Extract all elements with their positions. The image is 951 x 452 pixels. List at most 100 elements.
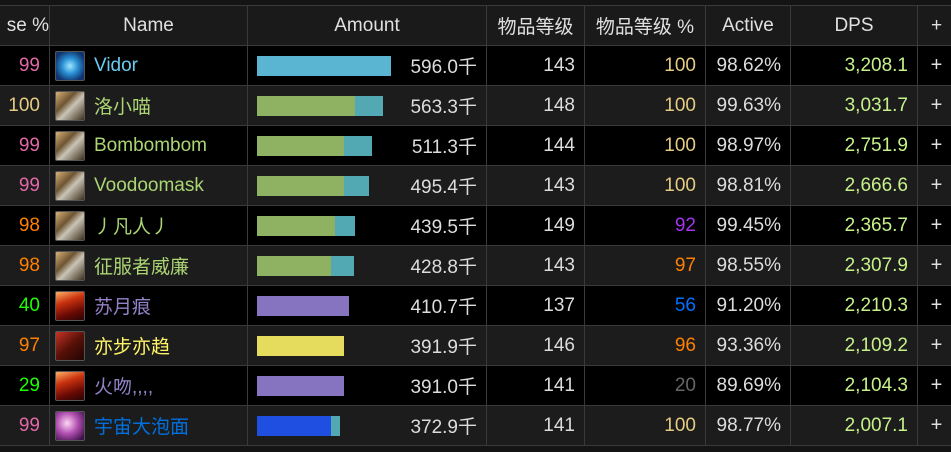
player-name-cell[interactable]: Voodoomask <box>49 165 248 206</box>
row-expand-button[interactable]: + <box>917 405 951 446</box>
warrior-class-icon <box>55 130 85 161</box>
header-parse[interactable]: se % <box>0 5 50 46</box>
amount-bar-main <box>257 255 331 276</box>
amount-value: 391.0千 <box>410 377 477 398</box>
active-pct: 98.62% <box>705 45 791 86</box>
player-name[interactable]: Voodoomask <box>94 175 204 197</box>
active-pct: 91.20% <box>705 285 791 326</box>
player-name-cell[interactable]: Bombombom <box>49 125 248 166</box>
table-row[interactable]: 99 Vidor 596.0千 143 100 98.62% 3,208.1 + <box>0 45 951 86</box>
item-level-pct: 56 <box>584 285 706 326</box>
player-name-cell[interactable]: 征服者威廉 <box>49 245 248 286</box>
dps-value: 3,031.7 <box>790 85 918 126</box>
parse-percent: 98 <box>0 205 50 246</box>
amount-cell: 391.9千 <box>247 325 487 366</box>
warlock-class-icon <box>55 370 85 401</box>
player-name-cell[interactable]: 丿凡人丿 <box>49 205 248 246</box>
player-name[interactable]: 苏月痕 <box>94 292 151 319</box>
row-expand-button[interactable]: + <box>917 285 951 326</box>
header-active[interactable]: Active <box>705 5 791 46</box>
active-pct: 99.45% <box>705 205 791 246</box>
amount-value: 372.9千 <box>410 417 477 438</box>
death-knight-class-icon <box>55 330 85 361</box>
item-level-pct: 20 <box>584 365 706 406</box>
amount-bar <box>257 135 391 156</box>
amount-value: 563.3千 <box>410 97 477 118</box>
amount-bar <box>257 415 391 436</box>
row-expand-button[interactable]: + <box>917 245 951 286</box>
table-row[interactable]: 98 征服者威廉 428.8千 143 97 98.55% 2,307.9 + <box>0 245 951 286</box>
player-name-cell[interactable]: 火吻,,,, <box>49 365 248 406</box>
player-name[interactable]: 亦步亦趋 <box>94 332 170 359</box>
amount-bar-main <box>257 175 344 196</box>
player-name[interactable]: Bombombom <box>94 135 207 157</box>
parse-percent: 29 <box>0 365 50 406</box>
player-name[interactable]: 宇宙大泡面 <box>94 412 189 439</box>
table-row[interactable]: 99 Voodoomask 495.4千 143 100 98.81% 2,666.6 + <box>0 165 951 206</box>
amount-bar-main <box>257 375 344 396</box>
row-expand-button[interactable]: + <box>917 325 951 366</box>
table-row[interactable]: 29 火吻,,,, 391.0千 141 20 89.69% 2,104.3 + <box>0 365 951 406</box>
row-expand-button[interactable]: + <box>917 45 951 86</box>
header-dps[interactable]: DPS <box>790 5 918 46</box>
dps-value: 2,210.3 <box>790 285 918 326</box>
table-row[interactable]: 100 洛小喵 563.3千 148 100 99.63% 3,031.7 + <box>0 85 951 126</box>
amount-value: 495.4千 <box>410 177 477 198</box>
item-level: 137 <box>486 285 585 326</box>
player-name-cell[interactable]: 亦步亦趋 <box>49 325 248 366</box>
player-name-cell[interactable]: 苏月痕 <box>49 285 248 326</box>
amount-value: 596.0千 <box>410 57 477 78</box>
dps-value: 2,109.2 <box>790 325 918 366</box>
player-name[interactable]: 火吻,,,, <box>94 372 153 399</box>
amount-value: 511.3千 <box>411 137 477 158</box>
header-add-column-button[interactable]: + <box>917 5 951 46</box>
dps-value: 2,104.3 <box>790 365 918 406</box>
amount-cell: 596.0千 <box>247 45 487 86</box>
item-level-pct: 100 <box>584 45 706 86</box>
table-row[interactable]: 98 丿凡人丿 439.5千 149 92 99.45% 2,365.7 + <box>0 205 951 246</box>
row-expand-button[interactable]: + <box>917 165 951 206</box>
player-name[interactable]: 丿凡人丿 <box>94 212 170 239</box>
druid-class-icon <box>55 410 85 441</box>
item-level-pct: 100 <box>584 85 706 126</box>
table-row[interactable]: 40 苏月痕 410.7千 137 56 91.20% 2,210.3 + <box>0 285 951 326</box>
item-level-pct: 100 <box>584 165 706 206</box>
player-name-cell[interactable]: Vidor <box>49 45 248 86</box>
header-item-level[interactable]: 物品等级 <box>486 5 585 46</box>
warrior-class-icon <box>55 210 85 241</box>
dps-value: 2,751.9 <box>790 125 918 166</box>
amount-cell: 495.4千 <box>247 165 487 206</box>
amount-cell: 563.3千 <box>247 85 487 126</box>
amount-bar <box>257 175 391 196</box>
amount-bar-secondary <box>344 175 369 196</box>
table-row[interactable]: 99 宇宙大泡面 372.9千 141 100 98.77% 2,007.1 + <box>0 405 951 446</box>
item-level-pct: 96 <box>584 325 706 366</box>
item-level: 144 <box>486 125 585 166</box>
amount-cell: 372.9千 <box>247 405 487 446</box>
player-name[interactable]: Vidor <box>94 55 138 77</box>
amount-bar <box>257 55 391 76</box>
amount-cell: 428.8千 <box>247 245 487 286</box>
table-row[interactable]: 97 亦步亦趋 391.9千 146 96 93.36% 2,109.2 + <box>0 325 951 366</box>
warrior-class-icon <box>55 90 85 121</box>
header-item-level-pct[interactable]: 物品等级 % <box>584 5 706 46</box>
row-expand-button[interactable]: + <box>917 85 951 126</box>
amount-bar <box>257 335 391 356</box>
row-expand-button[interactable]: + <box>917 365 951 406</box>
table-row[interactable]: 99 Bombombom 511.3千 144 100 98.97% 2,751.9 + <box>0 125 951 166</box>
amount-bar <box>257 215 391 236</box>
player-name[interactable]: 洛小喵 <box>94 92 151 119</box>
row-expand-button[interactable]: + <box>917 205 951 246</box>
item-level-pct: 100 <box>584 125 706 166</box>
warrior-class-icon <box>55 250 85 281</box>
amount-bar-main <box>257 95 355 116</box>
amount-bar-main <box>257 135 344 156</box>
player-name-cell[interactable]: 宇宙大泡面 <box>49 405 248 446</box>
header-name[interactable]: Name <box>49 5 248 46</box>
player-name[interactable]: 征服者威廉 <box>94 252 189 279</box>
player-name-cell[interactable]: 洛小喵 <box>49 85 248 126</box>
row-expand-button[interactable]: + <box>917 125 951 166</box>
header-amount[interactable]: Amount <box>247 5 487 46</box>
item-level: 143 <box>486 45 585 86</box>
item-level: 143 <box>486 245 585 286</box>
